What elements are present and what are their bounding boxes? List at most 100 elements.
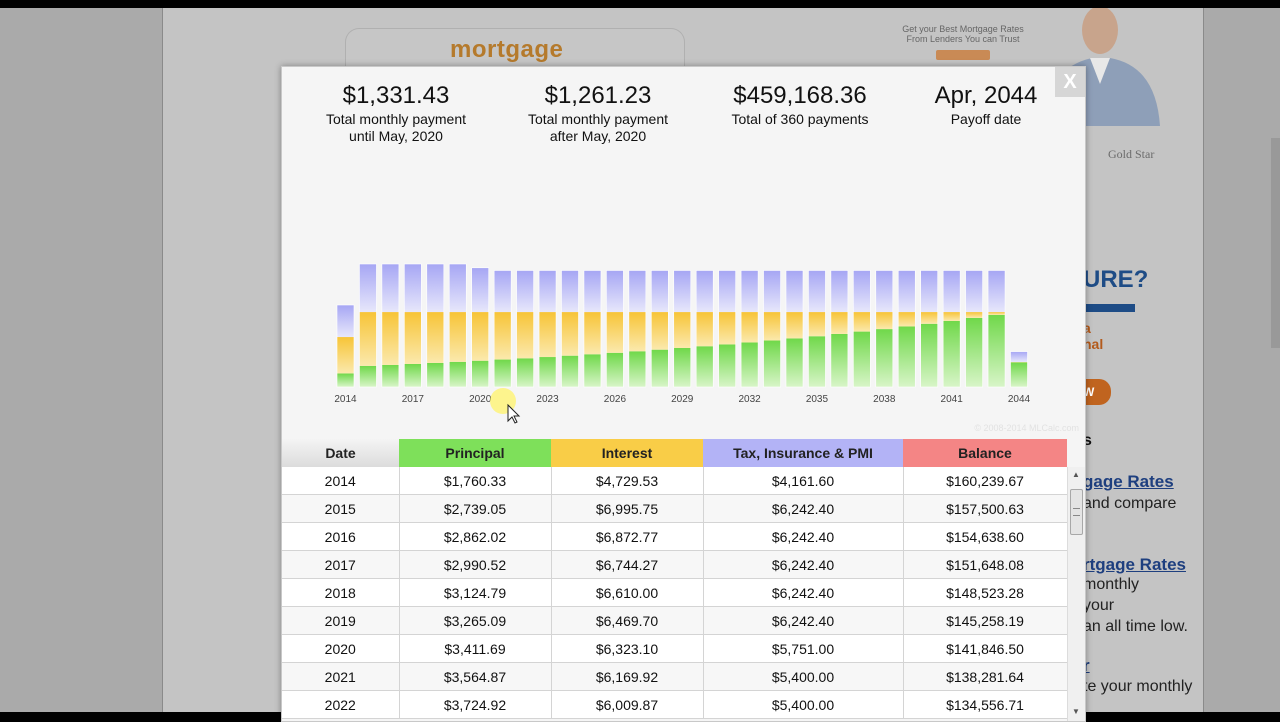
bar-segment-tax [494, 270, 511, 312]
ad-find-lender-button[interactable] [936, 50, 990, 60]
table-cell: $145,258.19 [903, 607, 1067, 635]
bar-segment-principal [921, 324, 938, 387]
table-cell: 2022 [282, 691, 399, 719]
table-cell: $2,990.52 [399, 551, 551, 579]
table-cell: $6,872.77 [551, 523, 703, 551]
bar-segment-tax [337, 305, 354, 337]
bar-segment-interest [584, 312, 601, 354]
bar-segment-tax [1011, 352, 1028, 362]
page-right-margin [1203, 8, 1280, 712]
bar-segment-tax [741, 270, 758, 312]
bar-segment-principal [517, 358, 534, 387]
bar-segment-tax [629, 270, 646, 312]
bar-segment-interest [719, 312, 736, 344]
table-cell: $3,265.09 [399, 607, 551, 635]
bar-segment-principal [988, 315, 1005, 387]
bar-segment-tax [966, 270, 983, 312]
bar-segment-tax [988, 270, 1005, 312]
table-cell: $4,161.60 [703, 467, 903, 495]
gold-star-logo: Gold Star [1108, 147, 1154, 162]
bar-segment-interest [831, 312, 848, 334]
table-cell: $4,729.53 [551, 467, 703, 495]
bar-segment-interest [943, 312, 960, 321]
sidebar-link-mortgage-rates-2[interactable]: rtgage Rates [1083, 555, 1186, 575]
bar-segment-tax [359, 264, 376, 312]
table-cell: 2016 [282, 523, 399, 551]
scroll-up-arrow-icon[interactable]: ▲ [1072, 470, 1080, 479]
bar-segment-interest [808, 312, 825, 336]
amortization-table-container[interactable]: Date Principal Interest Tax, Insurance &… [282, 439, 1067, 721]
copyright-text: © 2008-2014 MLCalc.com [974, 423, 1079, 433]
table-cell: 2015 [282, 495, 399, 523]
bar-segment-interest [337, 337, 354, 373]
table-cell: 2018 [282, 579, 399, 607]
summary-sublabel: until May, 2020 [296, 128, 496, 145]
page-scrollbar[interactable] [1271, 138, 1280, 348]
table-cell: $6,009.87 [551, 691, 703, 719]
table-cell: 2021 [282, 663, 399, 691]
sidebar-text-5: te your monthly [1083, 678, 1192, 696]
column-header-tax-insurance-pmi[interactable]: Tax, Insurance & PMI [703, 439, 903, 467]
bar-segment-principal [359, 366, 376, 387]
bar-segment-interest [898, 312, 915, 326]
summary-payoff-date: Apr, 2044 Payoff date [886, 81, 1086, 128]
bar-segment-principal [1011, 362, 1028, 387]
table-cell: 2020 [282, 635, 399, 663]
bar-segment-tax [651, 270, 668, 312]
table-scrollbar[interactable]: ▲ ▼ [1067, 467, 1085, 721]
x-tick-label: 2038 [873, 394, 896, 405]
bar-segment-principal [808, 336, 825, 387]
summary-amount: $1,331.43 [296, 81, 496, 111]
bar-segment-principal [786, 338, 803, 387]
amortization-modal: X $1,331.43 Total monthly payment until … [281, 66, 1086, 722]
summary-amount: $1,261.23 [498, 81, 698, 111]
bar-segment-interest [472, 312, 489, 361]
bar-segment-principal [472, 361, 489, 387]
summary-amount: Apr, 2044 [886, 81, 1086, 111]
scroll-thumb[interactable] [1070, 489, 1083, 535]
x-tick-label: 2017 [402, 394, 425, 405]
table-cell: $160,239.67 [903, 467, 1067, 495]
table-row: 2016$2,862.02$6,872.77$6,242.40$154,638.… [282, 523, 1067, 551]
table-cell: $5,751.00 [703, 635, 903, 663]
summary-sublabel: after May, 2020 [498, 128, 698, 145]
bar-segment-principal [831, 334, 848, 387]
scroll-down-arrow-icon[interactable]: ▼ [1072, 707, 1080, 716]
column-header-balance[interactable]: Balance [903, 439, 1067, 467]
table-row: 2021$3,564.87$6,169.92$5,400.00$138,281.… [282, 663, 1067, 691]
sidebar-text-4: an all time low. [1083, 618, 1188, 636]
sidebar-link-mortgage-rates[interactable]: gage Rates [1083, 472, 1174, 492]
bar-segment-principal [741, 343, 758, 387]
table-cell: 2014 [282, 467, 399, 495]
bar-segment-tax [674, 270, 691, 312]
bar-segment-interest [359, 312, 376, 366]
bar-segment-tax [382, 264, 399, 312]
bar-segment-tax [517, 270, 534, 312]
x-tick-label: 2035 [806, 394, 829, 405]
bar-segment-interest [921, 312, 938, 324]
table-cell: $148,523.28 [903, 579, 1067, 607]
x-tick-label: 2023 [536, 394, 559, 405]
bar-segment-principal [853, 332, 870, 387]
bar-segment-principal [898, 326, 915, 387]
column-header-interest[interactable]: Interest [551, 439, 703, 467]
table-cell: $151,648.08 [903, 551, 1067, 579]
table-cell: $3,124.79 [399, 579, 551, 607]
bar-segment-principal [404, 364, 421, 387]
column-header-principal[interactable]: Principal [399, 439, 551, 467]
column-header-date[interactable]: Date [282, 439, 399, 467]
bar-segment-tax [584, 270, 601, 312]
table-row: 2020$3,411.69$6,323.10$5,751.00$141,846.… [282, 635, 1067, 663]
table-cell: $6,242.40 [703, 495, 903, 523]
table-row: 2022$3,724.92$6,009.87$5,400.00$134,556.… [282, 691, 1067, 719]
table-cell: $5,400.00 [703, 663, 903, 691]
bar-segment-interest [966, 312, 983, 318]
grip-icon [1073, 508, 1080, 516]
promo-apply-button[interactable]: W [1083, 379, 1111, 405]
bar-segment-interest [988, 312, 1005, 315]
table-cell: $6,469.70 [551, 607, 703, 635]
ad-line-2: From Lenders You can Trust [893, 34, 1033, 44]
x-tick-label: 2029 [671, 394, 694, 405]
summary-amount: $459,168.36 [700, 81, 900, 111]
bar-segment-tax [786, 270, 803, 312]
